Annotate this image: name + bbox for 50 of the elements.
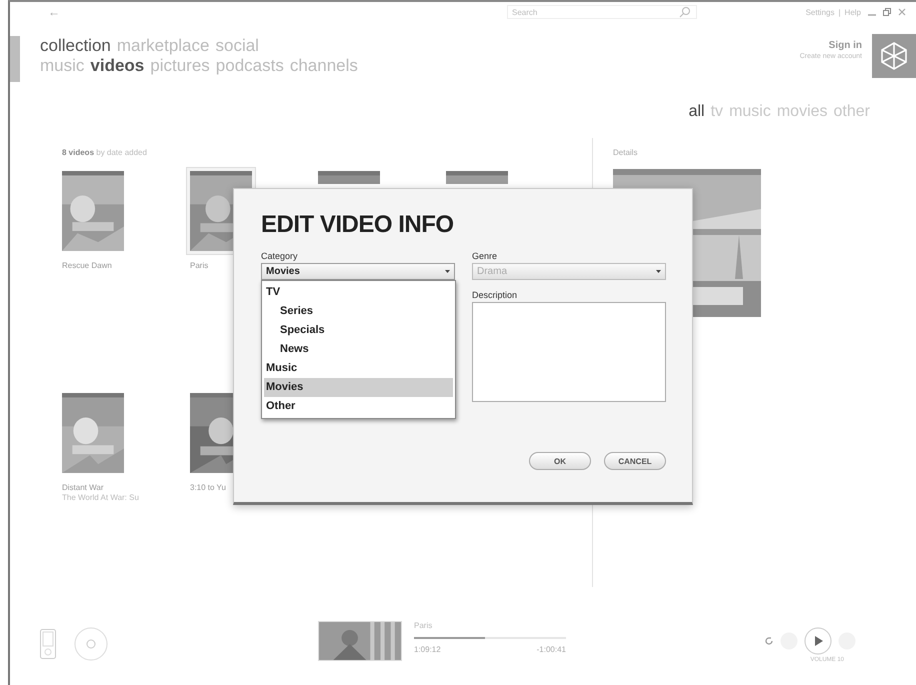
video-title: Distant War bbox=[62, 483, 104, 492]
sign-in-link[interactable]: Sign in bbox=[828, 40, 862, 51]
close-icon[interactable] bbox=[898, 8, 906, 16]
logo-icon bbox=[879, 41, 909, 71]
restore-icon[interactable] bbox=[883, 8, 891, 16]
video-title: Paris bbox=[190, 261, 208, 270]
video-title: 3:10 to Yu bbox=[190, 483, 226, 492]
dropdown-option[interactable]: Other bbox=[264, 397, 453, 416]
caret-icon bbox=[445, 270, 450, 273]
search-icon[interactable] bbox=[679, 6, 691, 18]
dropdown-option[interactable]: Music bbox=[264, 359, 453, 378]
video-count: 8 videos by date added bbox=[62, 148, 148, 157]
pivot-tab[interactable]: podcasts bbox=[216, 56, 284, 76]
elapsed-time: 1:09:12 bbox=[414, 645, 441, 654]
dropdown-option[interactable]: Movies bbox=[264, 378, 453, 397]
genre-label: Genre bbox=[472, 251, 498, 261]
search-field[interactable]: Search bbox=[507, 5, 697, 19]
dropdown-option[interactable]: TV bbox=[264, 283, 453, 302]
cancel-button[interactable]: CANCEL bbox=[604, 452, 666, 470]
side-strip bbox=[10, 36, 20, 82]
dropdown-option[interactable]: News bbox=[264, 340, 453, 359]
separator: | bbox=[838, 8, 841, 16]
description-label: Description bbox=[472, 290, 518, 300]
category-select[interactable]: Movies bbox=[261, 263, 455, 280]
ok-button[interactable]: OK bbox=[529, 452, 591, 470]
caret-icon bbox=[656, 270, 661, 273]
settings-link[interactable]: Settings bbox=[806, 8, 834, 16]
pivot-tab[interactable]: social bbox=[215, 36, 259, 56]
help-link[interactable]: Help bbox=[844, 8, 861, 16]
video-subtitle: The World At War: Su bbox=[62, 493, 139, 502]
pivot-tab[interactable]: channels bbox=[290, 56, 358, 76]
device-icon[interactable] bbox=[40, 629, 56, 659]
pivot-tab[interactable]: collection bbox=[40, 36, 111, 56]
dialog-title: EDIT VIDEO INFO bbox=[261, 211, 455, 239]
details-heading: Details bbox=[613, 148, 638, 157]
pivot-tab[interactable]: marketplace bbox=[116, 36, 210, 56]
dropdown-option[interactable]: Series bbox=[264, 302, 453, 321]
track-title: Paris bbox=[414, 621, 434, 630]
pivot-tab[interactable]: music bbox=[40, 56, 84, 76]
remaining-time: -1:00:41 bbox=[536, 645, 566, 654]
repeat-icon[interactable] bbox=[764, 636, 774, 646]
dropdown-option[interactable]: Specials bbox=[264, 321, 453, 340]
video-title: Rescue Dawn bbox=[62, 261, 112, 270]
play-icon[interactable] bbox=[804, 627, 832, 655]
filter-tab[interactable]: all bbox=[688, 103, 705, 121]
pivot-tab[interactable]: pictures bbox=[150, 56, 210, 76]
category-label: Category bbox=[261, 251, 299, 261]
back-button[interactable]: ← bbox=[48, 5, 60, 19]
description-field[interactable] bbox=[472, 302, 666, 402]
pivot-tab[interactable]: videos bbox=[90, 56, 144, 76]
